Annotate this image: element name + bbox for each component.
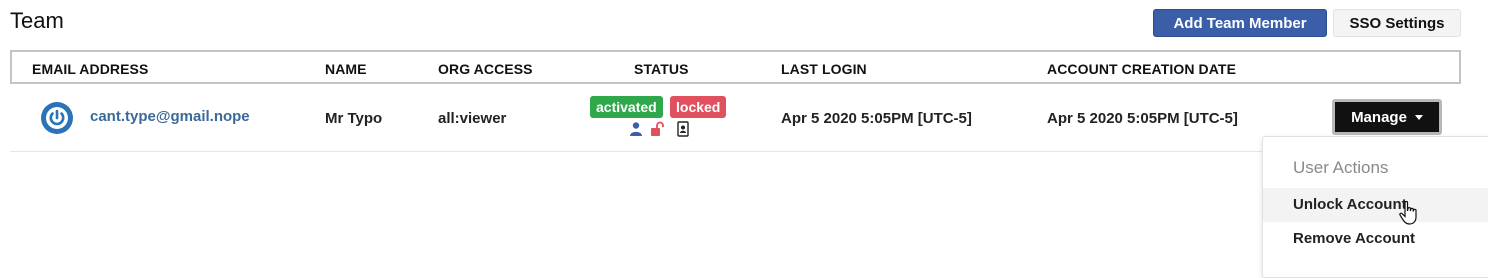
user-actions-menu: User Actions Unlock Account Remove Accou… <box>1262 136 1488 278</box>
manage-button[interactable]: Manage <box>1332 99 1442 135</box>
column-org-access[interactable]: ORG ACCESS <box>438 61 533 77</box>
status-badge-locked: locked <box>670 96 727 118</box>
status-badge-activated: activated <box>590 96 663 118</box>
power-icon <box>42 103 72 133</box>
user-name: Mr Typo <box>325 110 383 127</box>
creation-date: Apr 5 2020 5:05PM [UTC-5] <box>1047 110 1238 127</box>
column-last-login[interactable]: LAST LOGIN <box>781 61 867 77</box>
column-status[interactable]: STATUS <box>634 61 689 77</box>
column-email[interactable]: EMAIL ADDRESS <box>32 61 148 77</box>
hand-cursor-icon <box>1399 200 1417 225</box>
column-name[interactable]: NAME <box>325 61 367 77</box>
sso-settings-button[interactable]: SSO Settings <box>1333 9 1461 37</box>
table-row: cant.type@gmail.nope Mr Typo all:viewer … <box>10 86 1461 152</box>
last-login: Apr 5 2020 5:05PM [UTC-5] <box>781 110 972 127</box>
table-header: EMAIL ADDRESS NAME ORG ACCESS STATUS LAS… <box>10 50 1461 84</box>
org-access: all:viewer <box>438 110 507 127</box>
email-link[interactable]: cant.type@gmail.nope <box>90 108 250 125</box>
id-badge-icon <box>677 121 689 137</box>
add-team-member-button[interactable]: Add Team Member <box>1153 9 1327 37</box>
page-title: Team <box>10 8 64 33</box>
manage-label: Manage <box>1351 108 1407 126</box>
avatar <box>41 102 73 134</box>
unlock-account-item[interactable]: Unlock Account <box>1263 188 1488 222</box>
remove-account-item[interactable]: Remove Account <box>1263 222 1488 256</box>
caret-down-icon <box>1414 114 1423 120</box>
column-creation-date[interactable]: ACCOUNT CREATION DATE <box>1047 61 1236 77</box>
menu-header: User Actions <box>1293 158 1389 177</box>
unlocked-padlock-icon <box>651 121 664 136</box>
user-icon <box>630 122 642 136</box>
